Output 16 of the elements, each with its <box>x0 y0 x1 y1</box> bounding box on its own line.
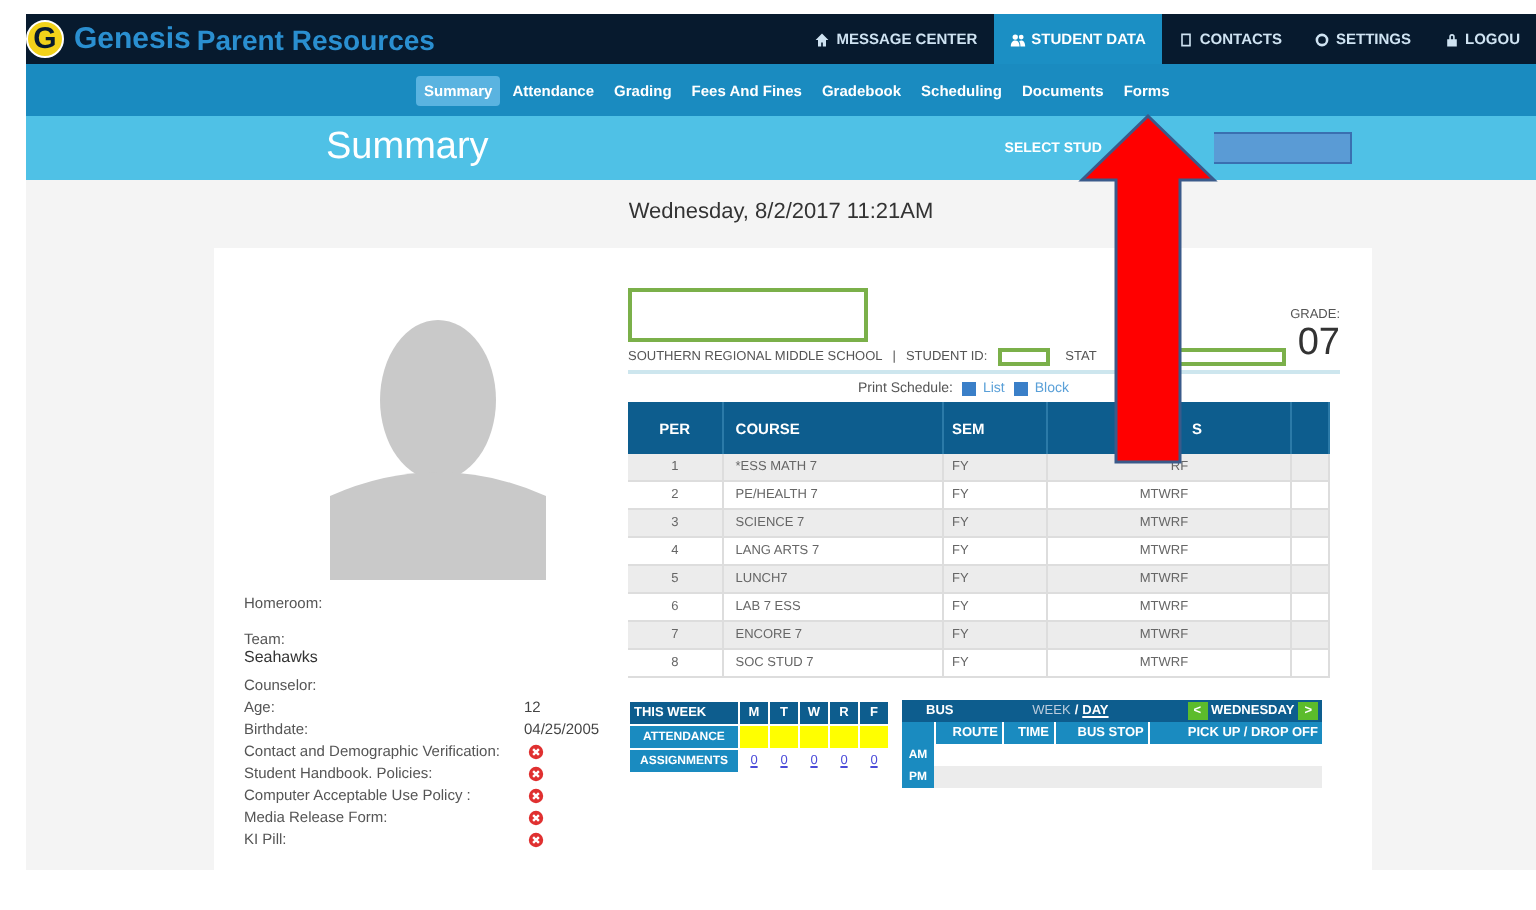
page-title: Summary <box>326 126 489 170</box>
lock-icon <box>1443 31 1459 47</box>
app-title: Parent Resources <box>196 23 435 55</box>
redaction-box <box>997 348 1050 366</box>
document-icon <box>962 382 977 396</box>
field-value: Seahawks <box>244 648 318 666</box>
book-icon <box>1177 31 1194 47</box>
date-time: Wednesday, 8/2/2017 11:21AM <box>628 200 934 224</box>
logo-icon: G <box>26 20 64 58</box>
grade-value: 07 <box>1297 322 1340 366</box>
settings-icon <box>1313 31 1330 47</box>
home-icon <box>814 31 831 47</box>
brand-name: Genesis <box>74 22 191 56</box>
student-select-field[interactable] <box>1213 132 1352 164</box>
people-icon <box>1009 31 1026 47</box>
document-icon <box>1014 382 1029 396</box>
